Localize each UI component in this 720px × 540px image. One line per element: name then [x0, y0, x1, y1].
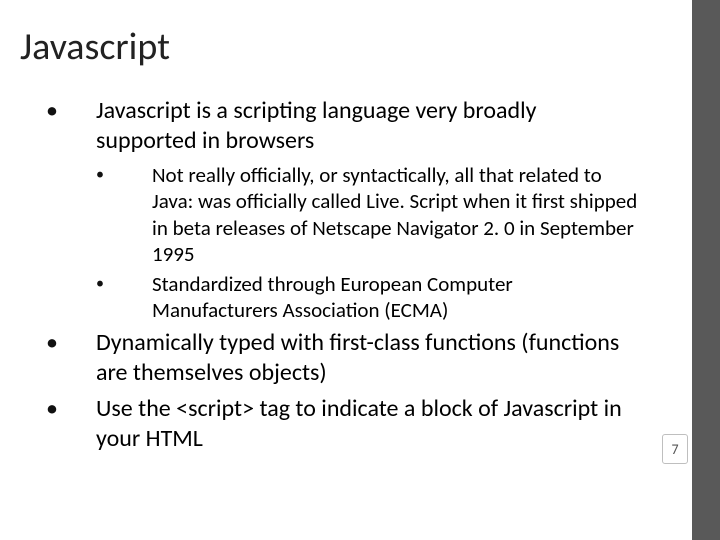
bullet-level1: • Dynamically typed with first-class fun… — [42, 328, 642, 388]
slide: Javascript • Javascript is a scripting l… — [0, 0, 720, 540]
bullet-text: Use the <script> tag to indicate a block… — [96, 394, 642, 454]
bullet-dot-icon: • — [42, 328, 96, 358]
bullet-text: Standardized through European Computer M… — [152, 271, 642, 324]
bullet-text: Not really officially, or syntactically,… — [152, 162, 642, 267]
slide-title: Javascript — [20, 24, 170, 70]
bullet-dot-icon: • — [42, 394, 96, 424]
slide-body: • Javascript is a scripting language ver… — [42, 96, 642, 460]
bullet-level1: • Use the <script> tag to indicate a blo… — [42, 394, 642, 454]
bullet-level1: • Javascript is a scripting language ver… — [42, 96, 642, 156]
bullet-dot-icon: • — [42, 96, 96, 126]
bullet-text: Javascript is a scripting language very … — [96, 96, 642, 156]
page-number: 7 — [662, 434, 688, 464]
sidebar-accent — [692, 0, 720, 540]
bullet-level2: • Standardized through European Computer… — [92, 271, 642, 324]
bullet-text: Dynamically typed with first-class funct… — [96, 328, 642, 388]
bullet-dot-icon: • — [92, 271, 152, 294]
bullet-dot-icon: • — [92, 162, 152, 185]
bullet-level2: • Not really officially, or syntacticall… — [92, 162, 642, 267]
